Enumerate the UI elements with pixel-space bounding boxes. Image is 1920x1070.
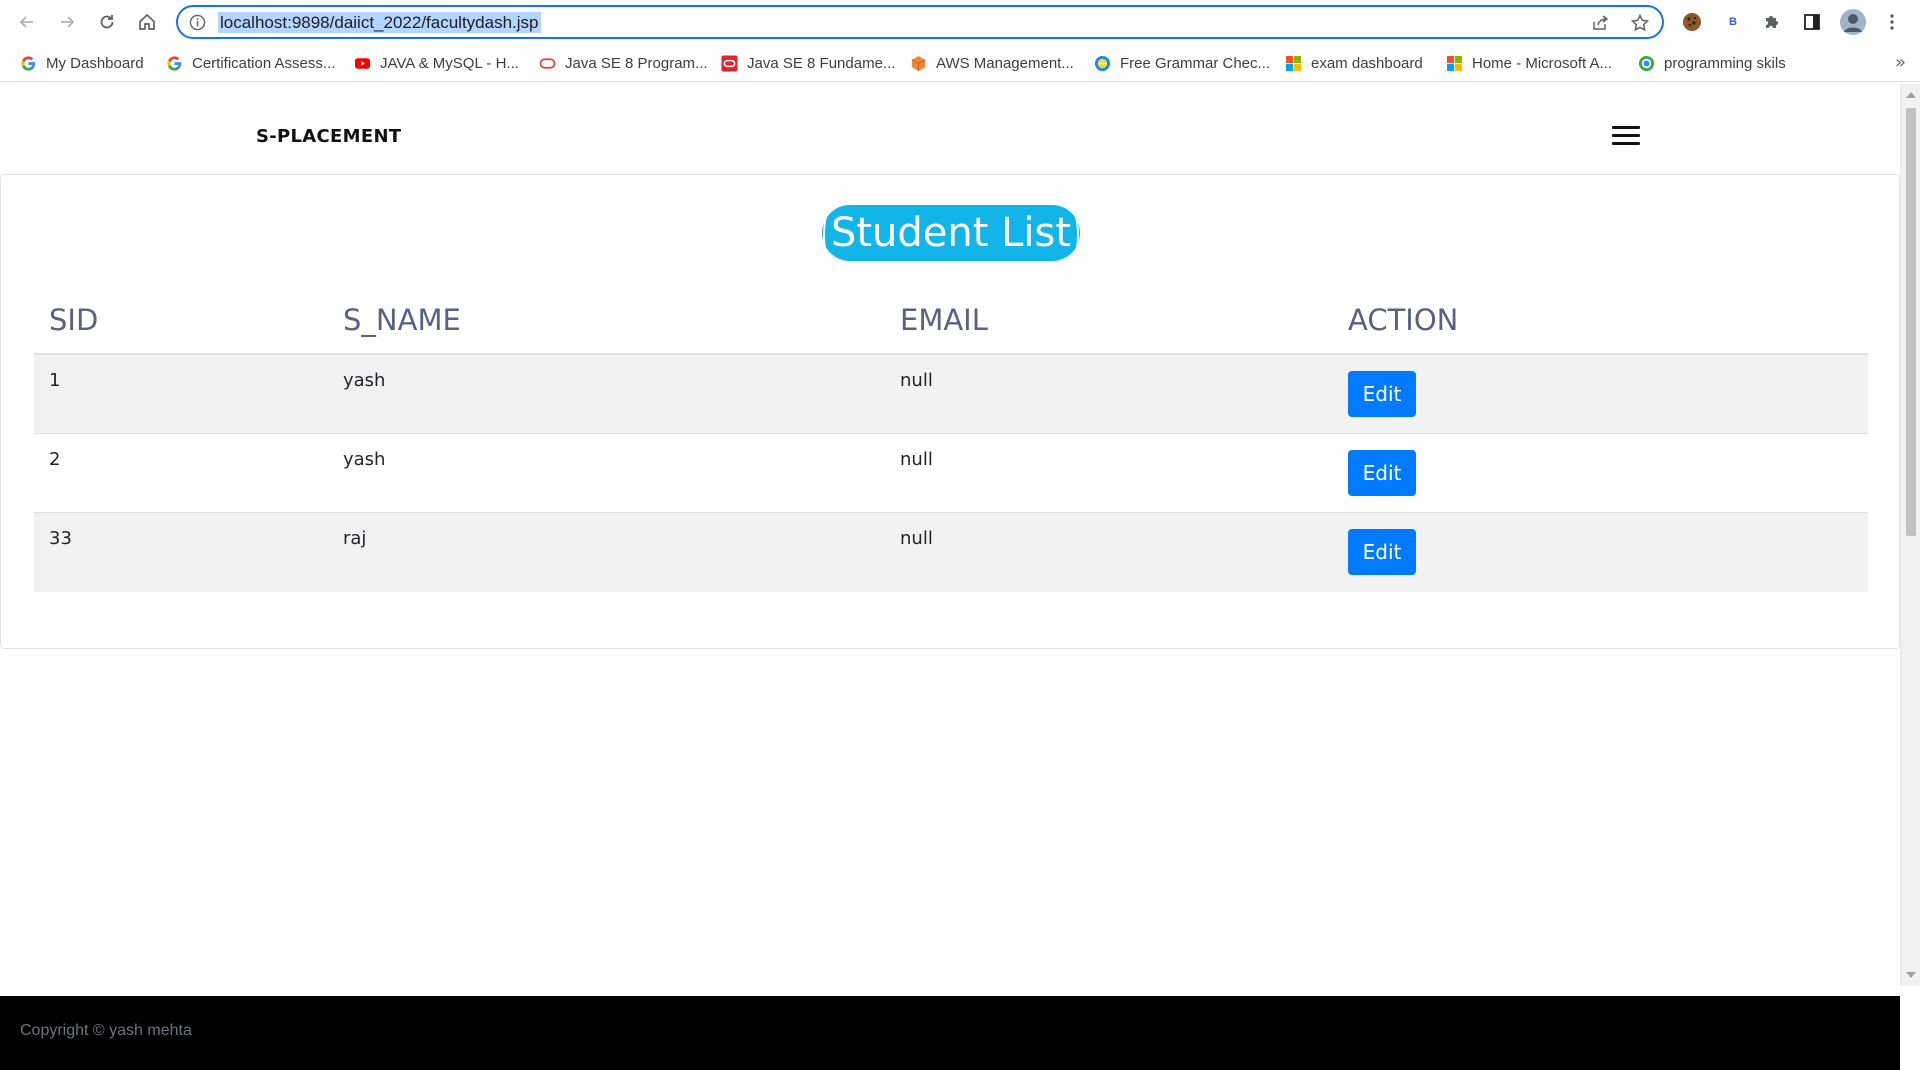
page-title: Student List: [819, 205, 1083, 261]
google-icon: [21, 55, 36, 71]
cell-email: null: [900, 528, 933, 549]
column-header-action: ACTION: [1348, 303, 1459, 337]
oracle-icon: [721, 54, 738, 72]
share-icon[interactable]: [1590, 13, 1610, 33]
bookmark-label: Java SE 8 Fundame...: [747, 54, 896, 72]
bookmark-item[interactable]: AWS Management...: [910, 52, 1074, 74]
browser-toolbar: localhost:9898/daiict_2022/facultydash.j…: [0, 0, 1920, 44]
bookmark-item[interactable]: Java SE 8 Fundame...: [721, 52, 895, 74]
scroll-up-arrow-icon[interactable]: [1906, 92, 1916, 98]
microsoft-icon: [1446, 55, 1463, 71]
page-viewport: S-PLACEMENT Student List SID S_NAME EMAI…: [0, 84, 1900, 1070]
column-header-email: EMAIL: [900, 303, 988, 337]
student-table: SID S_NAME EMAIL ACTION 1 yash null Edit…: [34, 285, 1868, 592]
hamburger-menu-icon[interactable]: [1612, 126, 1640, 148]
site-navbar: S-PLACEMENT: [0, 84, 1900, 174]
bookmark-item[interactable]: My Dashboard: [20, 52, 144, 74]
bookmark-item[interactable]: Certification Assess...: [166, 52, 335, 74]
microsoft-icon: [1285, 55, 1302, 71]
grammar-icon: [1094, 55, 1111, 71]
cell-name: raj: [343, 528, 367, 549]
brand-logo[interactable]: S-PLACEMENT: [256, 126, 401, 147]
bookmark-item[interactable]: Home - Microsoft A...: [1446, 52, 1612, 74]
page-scrollbar[interactable]: [1900, 84, 1920, 986]
bookmark-item[interactable]: programming skils: [1638, 52, 1786, 74]
table-row: 1 yash null Edit: [34, 355, 1868, 434]
copyright-text: Copyright © yash mehta: [20, 1022, 192, 1039]
bookmark-label: exam dashboard: [1311, 54, 1423, 72]
reload-button[interactable]: [94, 9, 120, 35]
profile-avatar[interactable]: [1839, 8, 1867, 36]
youtube-icon: [354, 57, 371, 69]
address-bar[interactable]: localhost:9898/daiict_2022/facultydash.j…: [176, 5, 1664, 39]
bookmark-star-icon[interactable]: [1630, 13, 1650, 33]
extensions-puzzle-icon[interactable]: [1760, 10, 1784, 34]
column-header-sid: SID: [49, 303, 99, 337]
aws-icon: [911, 55, 926, 71]
bookmark-label: Free Grammar Chec...: [1120, 54, 1271, 72]
cell-name: yash: [343, 370, 386, 391]
table-header: SID S_NAME EMAIL ACTION: [34, 285, 1868, 355]
table-row: 2 yash null Edit: [34, 434, 1868, 513]
edit-button[interactable]: Edit: [1348, 529, 1416, 575]
site-footer: Copyright © yash mehta: [0, 996, 1900, 1070]
side-panel-icon[interactable]: [1800, 10, 1824, 34]
cell-email: null: [900, 370, 933, 391]
cell-sid: 2: [49, 449, 61, 470]
cell-name: yash: [343, 449, 386, 470]
b-extension-icon[interactable]: B: [1721, 10, 1745, 34]
reload-icon: [100, 15, 114, 29]
bookmark-item[interactable]: exam dashboard: [1285, 52, 1423, 74]
bookmark-item[interactable]: JAVA & MySQL - H...: [354, 52, 519, 74]
bookmarks-overflow-button[interactable]: »: [1895, 52, 1906, 73]
bookmark-label: Java SE 8 Program...: [565, 54, 708, 72]
column-header-name: S_NAME: [343, 303, 461, 337]
home-icon: [139, 13, 155, 30]
table-row: 33 raj null Edit: [34, 513, 1868, 592]
back-arrow-icon: [19, 16, 33, 28]
home-button[interactable]: [134, 9, 160, 35]
cookie-extension-icon[interactable]: [1680, 10, 1704, 34]
google-icon: [167, 55, 182, 71]
forward-button[interactable]: [54, 9, 80, 35]
back-button[interactable]: [14, 9, 40, 35]
scroll-thumb[interactable]: [1906, 108, 1916, 536]
oracle-icon: [539, 57, 556, 69]
site-info-icon[interactable]: [189, 14, 206, 31]
bookmark-label: AWS Management...: [936, 54, 1074, 72]
student-list-card: Student List SID S_NAME EMAIL ACTION 1 y…: [0, 174, 1900, 649]
bookmark-label: Home - Microsoft A...: [1472, 54, 1613, 72]
url-text[interactable]: localhost:9898/daiict_2022/facultydash.j…: [218, 12, 541, 33]
bookmark-label: programming skils: [1664, 54, 1786, 72]
edit-button[interactable]: Edit: [1348, 371, 1416, 417]
scroll-down-arrow-icon[interactable]: [1906, 972, 1916, 978]
bookmark-item[interactable]: Java SE 8 Program...: [539, 52, 708, 74]
cell-email: null: [900, 449, 933, 470]
bookmarks-bar: My Dashboard Certification Assess... JAV…: [0, 44, 1920, 82]
bookmark-label: Certification Assess...: [192, 54, 336, 72]
chrome-icon: [1638, 55, 1655, 71]
cell-sid: 33: [49, 528, 72, 549]
forward-arrow-icon: [61, 16, 75, 28]
cell-sid: 1: [49, 370, 61, 391]
bookmark-label: My Dashboard: [46, 54, 144, 72]
bookmark-label: JAVA & MySQL - H...: [380, 54, 519, 72]
bookmark-item[interactable]: Free Grammar Chec...: [1094, 52, 1270, 74]
chrome-menu-icon[interactable]: [1880, 10, 1904, 34]
edit-button[interactable]: Edit: [1348, 450, 1416, 496]
